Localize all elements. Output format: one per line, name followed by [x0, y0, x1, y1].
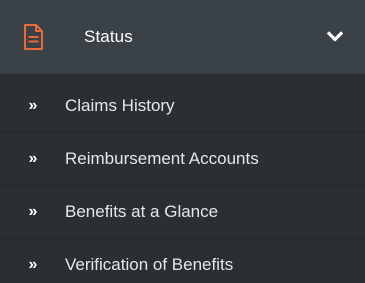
- menu-header-status[interactable]: Status: [0, 0, 365, 74]
- submenu-item-label: Claims History: [65, 96, 175, 115]
- submenu-item-label: Verification of Benefits: [65, 255, 234, 274]
- menu-header-label: Status: [84, 27, 133, 46]
- double-chevron-right-icon: »: [28, 203, 38, 220]
- submenu-item-label: Reimbursement Accounts: [65, 149, 259, 168]
- submenu-item-benefits-at-a-glance[interactable]: » Benefits at a Glance: [0, 186, 365, 239]
- document-icon: [22, 23, 44, 51]
- submenu-list: » Claims History » Reimbursement Account…: [0, 80, 365, 283]
- double-chevron-right-icon: »: [28, 256, 38, 273]
- double-chevron-right-icon: »: [28, 97, 38, 114]
- submenu-item-claims-history[interactable]: » Claims History: [0, 80, 365, 133]
- submenu-item-reimbursement-accounts[interactable]: » Reimbursement Accounts: [0, 133, 365, 186]
- sidebar-menu: Status » Claims History » Reimbursement …: [0, 0, 365, 283]
- submenu-item-verification-of-benefits[interactable]: » Verification of Benefits: [0, 239, 365, 283]
- double-chevron-right-icon: »: [28, 150, 38, 167]
- submenu-item-label: Benefits at a Glance: [65, 202, 219, 221]
- chevron-down-icon[interactable]: [326, 30, 344, 44]
